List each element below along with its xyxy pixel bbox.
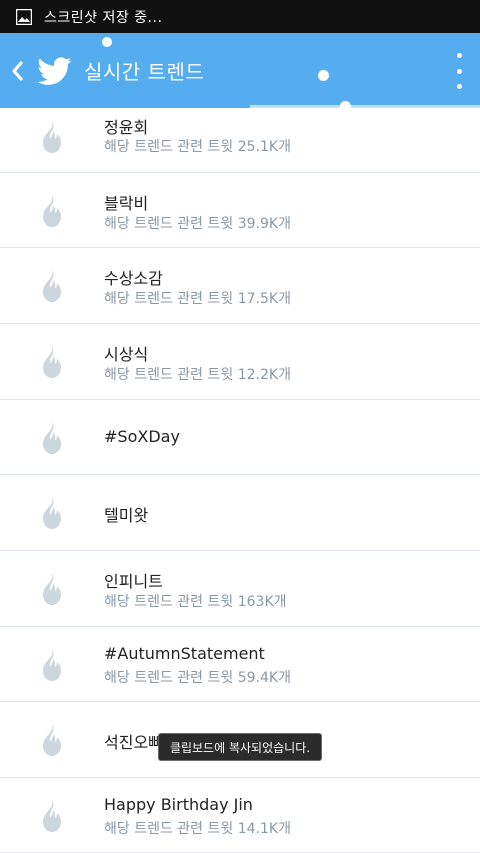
trend-tweet-count: 해당 트렌드 관련 트윗 163K개 [104,594,287,610]
trend-row[interactable]: 정윤회해당 트렌드 관련 트윗 25.1K개 [0,108,480,173]
flame-icon [38,648,66,682]
back-button[interactable] [0,33,34,108]
trend-name: 석진오빠 [104,733,163,752]
trend-name: 블락비 [104,194,149,213]
trend-name: Happy Birthday Jin [104,795,253,814]
app-bar: 실시간 트렌드 [0,33,480,108]
overflow-menu-icon[interactable] [450,53,468,89]
trend-tweet-count: 해당 트렌드 관련 트윗 39.9K개 [104,216,291,232]
trend-name: 인피니트 [104,572,163,591]
trend-row[interactable]: Happy Birthday Jin 해당 트렌드 관련 트윗 14.1K개 [0,778,480,853]
trend-row[interactable]: 수상소감해당 트렌드 관련 트윗 17.5K개 [0,248,480,324]
trend-row[interactable]: #SoXDay [0,400,480,475]
page-title: 실시간 트렌드 [84,60,205,84]
trend-name: 텔미왓 [104,506,149,525]
flame-icon [38,799,66,833]
trend-tweet-count: 해당 트렌드 관련 트윗 25.1K개 [104,139,291,155]
twitter-bird-icon[interactable] [38,54,72,88]
toast-message: 클립보드에 복사되었습니다. [158,733,322,761]
status-bar: 스크린샷 저장 중... [0,0,480,33]
trend-name: #SoXDay [104,426,180,446]
trend-row[interactable]: 블락비해당 트렌드 관련 트윗 39.9K개 [0,173,480,248]
decorative-dot [318,70,329,81]
chevron-left-icon [12,60,23,81]
trend-tweet-count: 해당 트렌드 관련 트윗 59.4K개 [104,670,291,686]
flame-icon [38,723,66,757]
flame-icon [38,194,66,228]
flame-icon [38,572,66,606]
trend-row[interactable]: 텔미왓 [0,475,480,551]
decorative-dot [102,37,112,47]
trend-row[interactable]: 인피니트해당 트렌드 관련 트윗 163K개 [0,551,480,627]
flame-icon [38,345,66,379]
trend-name: #AutumnStatement [104,644,265,663]
trend-name: 수상소감 [104,269,163,288]
status-text: 스크린샷 저장 중... [44,9,163,26]
trend-row[interactable]: 시상식해당 트렌드 관련 트윗 12.2K개 [0,324,480,400]
flame-icon [38,120,66,154]
trend-tweet-count: 해당 트렌드 관련 트윗 17.5K개 [104,291,291,307]
trend-name: 정윤회 [104,118,149,137]
flame-icon [38,496,66,530]
trend-name: 시상식 [104,345,149,364]
picture-icon [16,8,32,25]
flame-icon [38,421,66,455]
trend-tweet-count: 해당 트렌드 관련 트윗 14.1K개 [104,821,291,837]
flame-icon [38,269,66,303]
trend-tweet-count: 해당 트렌드 관련 트윗 12.2K개 [104,367,291,383]
trend-row[interactable]: #AutumnStatement 해당 트렌드 관련 트윗 59.4K개 [0,627,480,702]
